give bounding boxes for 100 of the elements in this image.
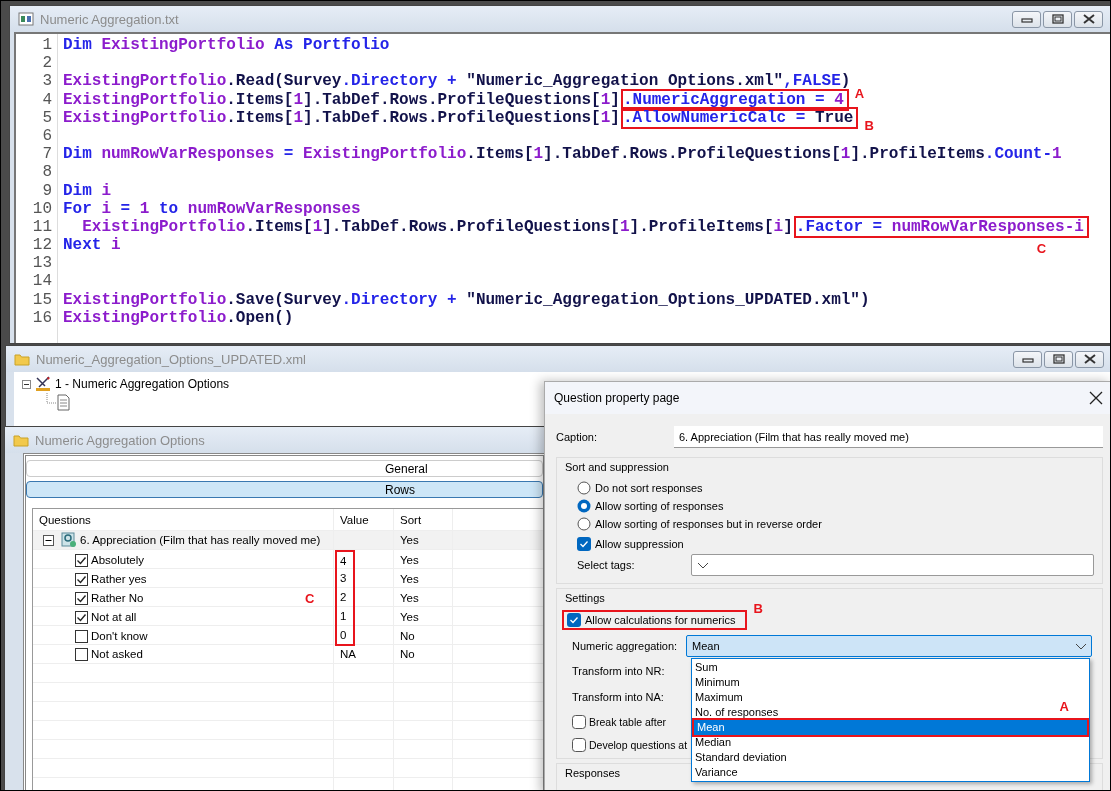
annotation-label: B [864,118,874,133]
table-cell: 1 [335,607,355,627]
code-line: ExistingPortfolio.Items[1].TabDef.Rows.ProfileQuestions[1] [63,90,620,109]
line-number: 14 [31,272,53,291]
close-button[interactable] [1075,350,1104,368]
radio-button[interactable] [577,517,591,531]
tree-item[interactable]: 1 - Numeric Aggregation Options [55,377,230,391]
checkbox[interactable] [75,591,88,605]
response-label: Rather yes [91,573,147,585]
dropdown-option[interactable]: No. of responses [692,705,782,720]
aggregation-dropdown[interactable]: Mean [686,635,1092,657]
dropdown-option[interactable]: Median [692,735,735,750]
maximize-icon [1052,354,1065,364]
checkbox[interactable] [75,553,88,567]
checkbox[interactable] [75,610,88,624]
checkbox[interactable] [567,613,581,627]
response-label: Rather No [91,592,144,604]
code-line: ExistingPortfolio.Read(Survey.Directory + "Numeric_Aggregation Options.xml",FALSE) [63,72,851,91]
table-cell: Yes [400,611,419,623]
dropdown-option[interactable]: Mean [694,720,1087,735]
column-header: Value [334,509,394,530]
dropdown-option[interactable]: Maximum [692,690,746,705]
code-line: Dim ExistingPortfolio As Portfolio [63,36,390,55]
minimize-button[interactable] [1012,10,1041,28]
folder-icon [13,433,29,447]
option-label: Do not sort responses [595,482,703,494]
code-line: ExistingPortfolio.Save(Survey.Directory + "Numeric_Aggregation_Options_UPDATED.xml") [63,290,870,309]
close-button[interactable] [1087,389,1105,407]
chevron-down-icon [1075,642,1087,650]
code-line: Dim numRowVarResponses = ExistingPortfolio.Items[1].TabDef.Rows.ProfileQuestions[1].ProfileItems.Count-1 [63,145,1062,164]
line-number: 6 [41,126,53,146]
radio-button[interactable] [577,499,591,513]
checkbox[interactable] [75,572,88,586]
window-title: Numeric Aggregation.txt [40,11,180,27]
response-label: Not asked [91,648,143,660]
checkbox[interactable] [577,537,591,551]
code-line: ExistingPortfolio.Items[1].TabDef.Rows.ProfileQuestions[1].ProfileItems[i] [81,217,793,236]
response-label: Absolutely [91,554,145,566]
line-number: 15 [31,290,53,309]
line-number: 1 [41,36,53,55]
checkbox[interactable] [572,737,586,752]
line-number: 5 [41,108,53,127]
line-number: 12 [31,236,53,255]
dropdown-option[interactable]: Standard deviation [692,750,790,765]
annotation-label: A [854,86,865,101]
maximize-button[interactable] [1043,10,1072,28]
table-cell: Yes [400,573,419,585]
option-label: Allow sorting of responses [595,500,724,512]
annotation-label: B [753,602,763,616]
line-number: 10 [31,199,53,218]
question-label: 6. Appreciation (Film that has really moved me) [80,534,321,546]
annotation-label: C [1036,242,1047,257]
table-cell: Yes [400,592,419,604]
column-header: Questions [33,509,334,530]
option-label: Allow calculations for numerics [585,614,736,626]
dropdown-option[interactable]: Sum [692,660,721,675]
table-cell: 3 [335,569,355,589]
code-line: Dim i [63,181,111,200]
line-number: 9 [41,181,53,200]
collapse-toggle-icon[interactable] [43,534,54,546]
line-number: 2 [41,54,53,73]
option-label: Allow suppression [595,538,684,550]
line-number: 13 [31,254,53,273]
close-icon [1089,391,1103,405]
window-icon [18,12,34,26]
minimize-icon [1020,15,1033,23]
radio-button[interactable] [577,481,591,495]
tab[interactable]: General [26,460,543,477]
line-number: 7 [41,145,53,164]
highlighted-code: .AllowNumericCalc = True [622,108,854,127]
maximize-button[interactable] [1044,350,1073,368]
close-icon [1082,14,1095,24]
code-line: For i = 1 to numRowVarResponses [63,199,361,218]
annotation-label: A [1059,700,1069,714]
code-line: ExistingPortfolio.Items[1].TabDef.Rows.ProfileQuestions[1] [63,108,620,127]
dropdown-option[interactable]: Minimum [692,675,743,690]
table-cell: No [400,630,415,642]
dropdown-option[interactable]: Variance [692,765,741,780]
folder-icon [14,352,30,366]
line-number: 4 [41,90,53,109]
line-number: 3 [41,72,53,91]
code-line: Next i [63,236,121,255]
field-label: Transform into NA: [572,691,664,703]
window-title: Numeric_Aggregation_Options_UPDATED.xml [36,351,307,367]
close-button[interactable] [1074,10,1103,28]
table-cell: NA [340,648,356,660]
group-title: Settings [565,592,605,604]
collapse-toggle-icon[interactable] [22,379,31,389]
group-title: Sort and suppression [565,461,669,473]
field-label: Select tags: [577,559,636,571]
caption-field[interactable]: 6. Appreciation (Film that has really moved me) [674,426,1103,448]
checkbox[interactable] [75,629,88,643]
minimize-button[interactable] [1013,350,1042,368]
tags-dropdown[interactable] [691,554,1094,576]
question-icon [61,532,77,548]
tab[interactable]: Rows [26,481,543,498]
option-label: Develop questions at [589,738,688,751]
group-title: Responses [565,767,621,779]
checkbox[interactable] [75,647,88,661]
checkbox[interactable] [572,714,586,729]
